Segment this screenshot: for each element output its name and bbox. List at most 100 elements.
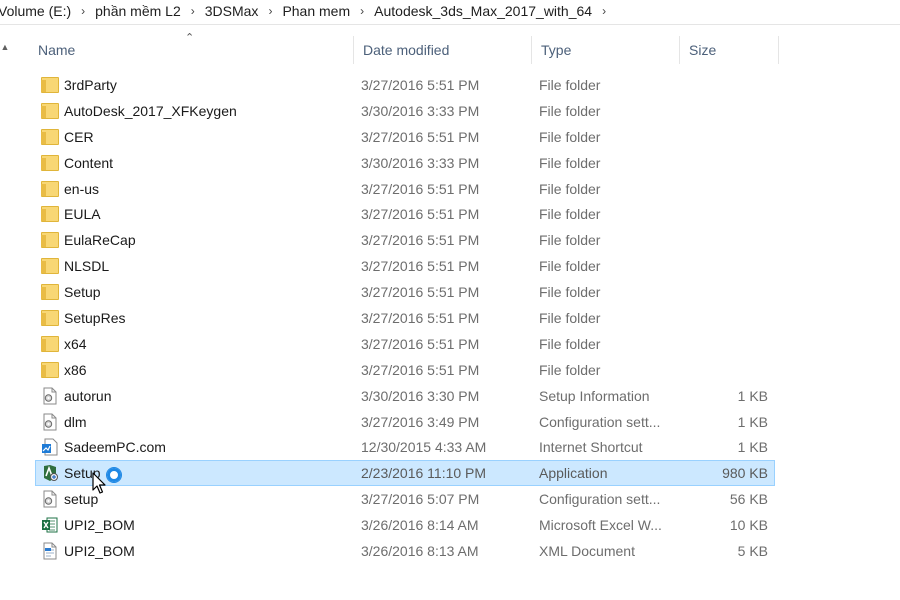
folder-icon xyxy=(41,206,59,223)
file-type: File folder xyxy=(539,284,601,301)
file-row[interactable]: UPI2_BOM 3/26/2016 8:14 AM Microsoft Excel… xyxy=(35,512,775,538)
file-type: File folder xyxy=(539,77,601,93)
file-date-modified: 3/27/2016 5:51 PM xyxy=(361,258,480,275)
file-name: dlm xyxy=(64,413,87,430)
file-type: File folder xyxy=(539,361,601,378)
file-type: File folder xyxy=(539,206,601,223)
breadcrumb-item[interactable]: phần mềm L2 xyxy=(88,3,188,19)
file-row[interactable]: EulaReCap 3/27/2016 5:51 PM File folder xyxy=(35,227,775,253)
file-date-modified: 3/27/2016 5:51 PM xyxy=(361,128,480,145)
file-type: Setup Information xyxy=(539,387,650,404)
file-date-modified: 3/27/2016 5:51 PM xyxy=(361,310,480,327)
file-date-modified: 12/30/2015 4:33 AM xyxy=(361,439,487,456)
breadcrumb-item[interactable]: Autodesk_3ds_Max_2017_with_64 xyxy=(367,3,599,19)
xml-file-icon xyxy=(41,542,59,560)
scroll-up-arrow-icon[interactable]: ▲ xyxy=(0,40,10,54)
file-type: File folder xyxy=(539,258,601,275)
file-row[interactable]: EULA 3/27/2016 5:51 PM File folder xyxy=(35,201,775,227)
folder-icon xyxy=(41,361,59,378)
file-date-modified: 3/27/2016 5:51 PM xyxy=(361,232,480,249)
file-size: 980 KB xyxy=(722,465,768,482)
file-date-modified: 3/27/2016 5:51 PM xyxy=(361,180,480,197)
folder-icon xyxy=(41,232,59,249)
file-date-modified: 3/27/2016 5:51 PM xyxy=(361,77,480,93)
file-type: File folder xyxy=(539,154,601,171)
chevron-right-icon[interactable]: › xyxy=(599,4,609,18)
chevron-right-icon[interactable]: › xyxy=(78,4,88,18)
file-type: File folder xyxy=(539,310,601,327)
file-name: NLSDL xyxy=(64,258,110,275)
file-row[interactable]: autorun 3/30/2016 3:30 PM Setup Informatio… xyxy=(35,383,775,409)
chevron-right-icon[interactable]: › xyxy=(357,4,367,18)
file-size: 1 KB xyxy=(737,413,768,430)
file-date-modified: 3/27/2016 5:51 PM xyxy=(361,335,480,352)
address-bar-divider xyxy=(0,24,900,25)
file-type: File folder xyxy=(539,180,601,197)
file-date-modified: 2/23/2016 11:10 PM xyxy=(361,465,487,482)
file-type: File folder xyxy=(539,102,601,119)
file-row[interactable]: dlm 3/27/2016 3:49 PM Configuration sett..… xyxy=(35,409,775,435)
breadcrumb-item[interactable]: Phan mem xyxy=(275,3,357,19)
file-row-selected[interactable]: Setup 2/23/2016 11:10 PM Application 980 KB xyxy=(35,460,775,487)
mouse-cursor-icon xyxy=(92,472,106,494)
file-row[interactable]: x64 3/27/2016 5:51 PM File folder xyxy=(35,331,775,357)
column-header-name[interactable]: Name xyxy=(28,36,353,64)
column-header-size[interactable]: Size xyxy=(679,36,778,64)
file-row[interactable]: Setup 3/27/2016 5:51 PM File folder xyxy=(35,279,775,305)
file-row[interactable]: UPI2_BOM 3/26/2016 8:13 AM XML Document 5 K… xyxy=(35,538,775,564)
file-name: SetupRes xyxy=(64,310,126,327)
file-type: Configuration sett... xyxy=(539,491,661,508)
file-date-modified: 3/27/2016 5:07 PM xyxy=(361,491,480,508)
chevron-right-icon[interactable]: › xyxy=(265,4,275,18)
file-date-modified: 3/30/2016 3:33 PM xyxy=(361,154,480,171)
settings-file-icon xyxy=(41,413,59,431)
application-icon xyxy=(41,464,59,482)
column-divider[interactable] xyxy=(778,36,779,64)
folder-icon xyxy=(41,77,59,93)
file-size: 5 KB xyxy=(737,543,768,560)
file-size: 10 KB xyxy=(729,517,768,534)
file-date-modified: 3/26/2016 8:13 AM xyxy=(361,543,479,560)
file-name: Setup xyxy=(64,284,101,301)
internet-shortcut-icon xyxy=(41,438,59,456)
file-type: File folder xyxy=(539,128,601,145)
file-row[interactable]: 3rdParty 3/27/2016 5:51 PM File folder xyxy=(35,72,775,98)
file-row[interactable]: AutoDesk_2017_XFKeygen 3/30/2016 3:33 PM F… xyxy=(35,98,775,124)
file-date-modified: 3/30/2016 3:33 PM xyxy=(361,102,480,119)
chevron-right-icon[interactable]: › xyxy=(188,4,198,18)
column-header-date-modified[interactable]: Date modified xyxy=(353,36,531,64)
folder-icon xyxy=(41,284,59,301)
file-date-modified: 3/27/2016 5:51 PM xyxy=(361,361,480,378)
file-name: autorun xyxy=(64,387,112,404)
file-date-modified: 3/27/2016 3:49 PM xyxy=(361,413,480,430)
file-row[interactable]: NLSDL 3/27/2016 5:51 PM File folder xyxy=(35,253,775,279)
folder-icon xyxy=(41,258,59,275)
folder-icon xyxy=(41,310,59,327)
file-name: x64 xyxy=(64,335,87,352)
file-date-modified: 3/26/2016 8:14 AM xyxy=(361,517,479,534)
file-type: Application xyxy=(539,465,608,482)
file-type: File folder xyxy=(539,335,601,352)
breadcrumb-item[interactable]: 3DSMax xyxy=(198,3,266,19)
file-row[interactable]: x86 3/27/2016 5:51 PM File folder xyxy=(35,357,775,383)
file-type: Internet Shortcut xyxy=(539,439,643,456)
file-row[interactable]: setup 3/27/2016 5:07 PM Configuration sett… xyxy=(35,486,775,512)
folder-icon xyxy=(41,335,59,352)
breadcrumb-item[interactable]: Volume (E:) xyxy=(0,3,78,19)
file-row[interactable]: Content 3/30/2016 3:33 PM File folder xyxy=(35,150,775,176)
breadcrumb: Volume (E:) › phần mềm L2 › 3DSMax › Phan mem ›… xyxy=(0,0,900,22)
file-list: 3rdParty 3/27/2016 5:51 PM File folder Auto… xyxy=(35,72,775,564)
file-name: Content xyxy=(64,154,114,171)
file-name: SadeemPC.com xyxy=(64,439,166,456)
file-row[interactable]: CER 3/27/2016 5:51 PM File folder xyxy=(35,124,775,150)
folder-icon xyxy=(41,154,59,171)
file-date-modified: 3/27/2016 5:51 PM xyxy=(361,284,480,301)
file-type: File folder xyxy=(539,232,601,249)
file-row[interactable]: SetupRes 3/27/2016 5:51 PM File folder xyxy=(35,305,775,331)
folder-icon xyxy=(41,128,59,145)
file-type: XML Document xyxy=(539,543,635,560)
file-row[interactable]: SadeemPC.com 12/30/2015 4:33 AM Internet S… xyxy=(35,434,775,460)
column-header-type[interactable]: Type xyxy=(531,36,679,64)
settings-file-icon xyxy=(41,490,59,508)
file-row[interactable]: en-us 3/27/2016 5:51 PM File folder xyxy=(35,176,775,202)
